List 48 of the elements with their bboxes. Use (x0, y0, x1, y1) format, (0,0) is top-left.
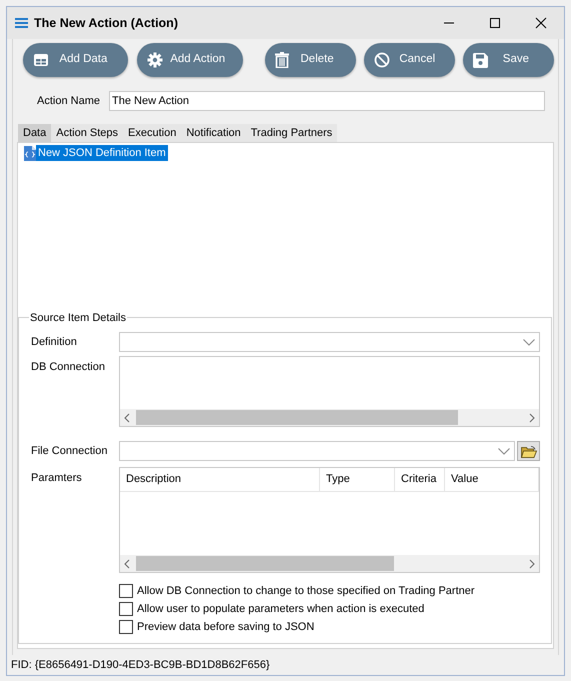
chevron-down-icon (498, 448, 510, 454)
toolbar-button[interactable]: Cancel (364, 43, 455, 77)
chevron-down-icon (523, 338, 535, 346)
maximize-icon (489, 17, 501, 29)
tab[interactable]: Notification (181, 124, 246, 142)
cancel-icon (374, 52, 390, 68)
field-label: File Connection (31, 444, 108, 459)
field-label: Definition (31, 334, 78, 350)
file-icon (24, 146, 36, 160)
column-header[interactable]: Criteria (395, 468, 445, 491)
column-header[interactable]: Value (445, 468, 539, 491)
toolbar-button[interactable]: Add Action (136, 43, 243, 77)
checkbox[interactable] (119, 584, 133, 598)
scrollbar-thumb[interactable] (136, 410, 458, 425)
trash-icon (274, 52, 289, 68)
checkbox[interactable] (119, 620, 133, 634)
action-name-field[interactable]: The New Action (109, 91, 545, 111)
scrollbar-thumb[interactable] (136, 556, 394, 571)
table-icon (33, 52, 49, 68)
checkbox-label: Allow DB Connection to change to those specified on Trading Partner (137, 584, 475, 599)
checkbox[interactable] (119, 602, 133, 616)
tree-item[interactable]: New JSON Definition Item (36, 144, 168, 162)
window-title: The New Action (Action) (34, 14, 178, 32)
parameters-grid[interactable]: Description Type Criteria Value (119, 467, 540, 573)
gear-icon (146, 52, 163, 68)
column-header[interactable]: Type (320, 468, 395, 491)
tab[interactable]: Execution (123, 124, 182, 142)
scroll-left-icon[interactable] (124, 412, 130, 422)
field-label: Action Name (37, 94, 101, 109)
column-header[interactable]: Description (120, 468, 320, 491)
save-icon (472, 52, 488, 68)
menu-icon[interactable] (15, 18, 28, 28)
checkbox-label: Allow user to populate parameters when action is executed (137, 602, 424, 617)
checkbox-label: Preview data before saving to JSON (137, 620, 314, 635)
toolbar-button[interactable]: Save (462, 43, 554, 77)
scroll-right-icon[interactable] (529, 412, 535, 422)
toolbar-button[interactable]: Delete (264, 43, 356, 77)
tab[interactable]: Action Steps (51, 124, 124, 142)
tab[interactable]: Data (18, 124, 52, 142)
scroll-left-icon[interactable] (124, 558, 130, 568)
scroll-right-icon[interactable] (529, 558, 535, 568)
status-text: FID: {E8656491-D190-4ED3-BC9B-BD1D8B62F656} (10, 658, 271, 673)
tab[interactable]: Trading Partners (246, 124, 338, 142)
field-label: Paramters (31, 471, 83, 486)
open-folder-button[interactable] (517, 441, 540, 461)
field-label: DB Connection (31, 360, 106, 375)
close-icon (535, 17, 547, 29)
toolbar-button[interactable]: Add Data (23, 43, 128, 77)
